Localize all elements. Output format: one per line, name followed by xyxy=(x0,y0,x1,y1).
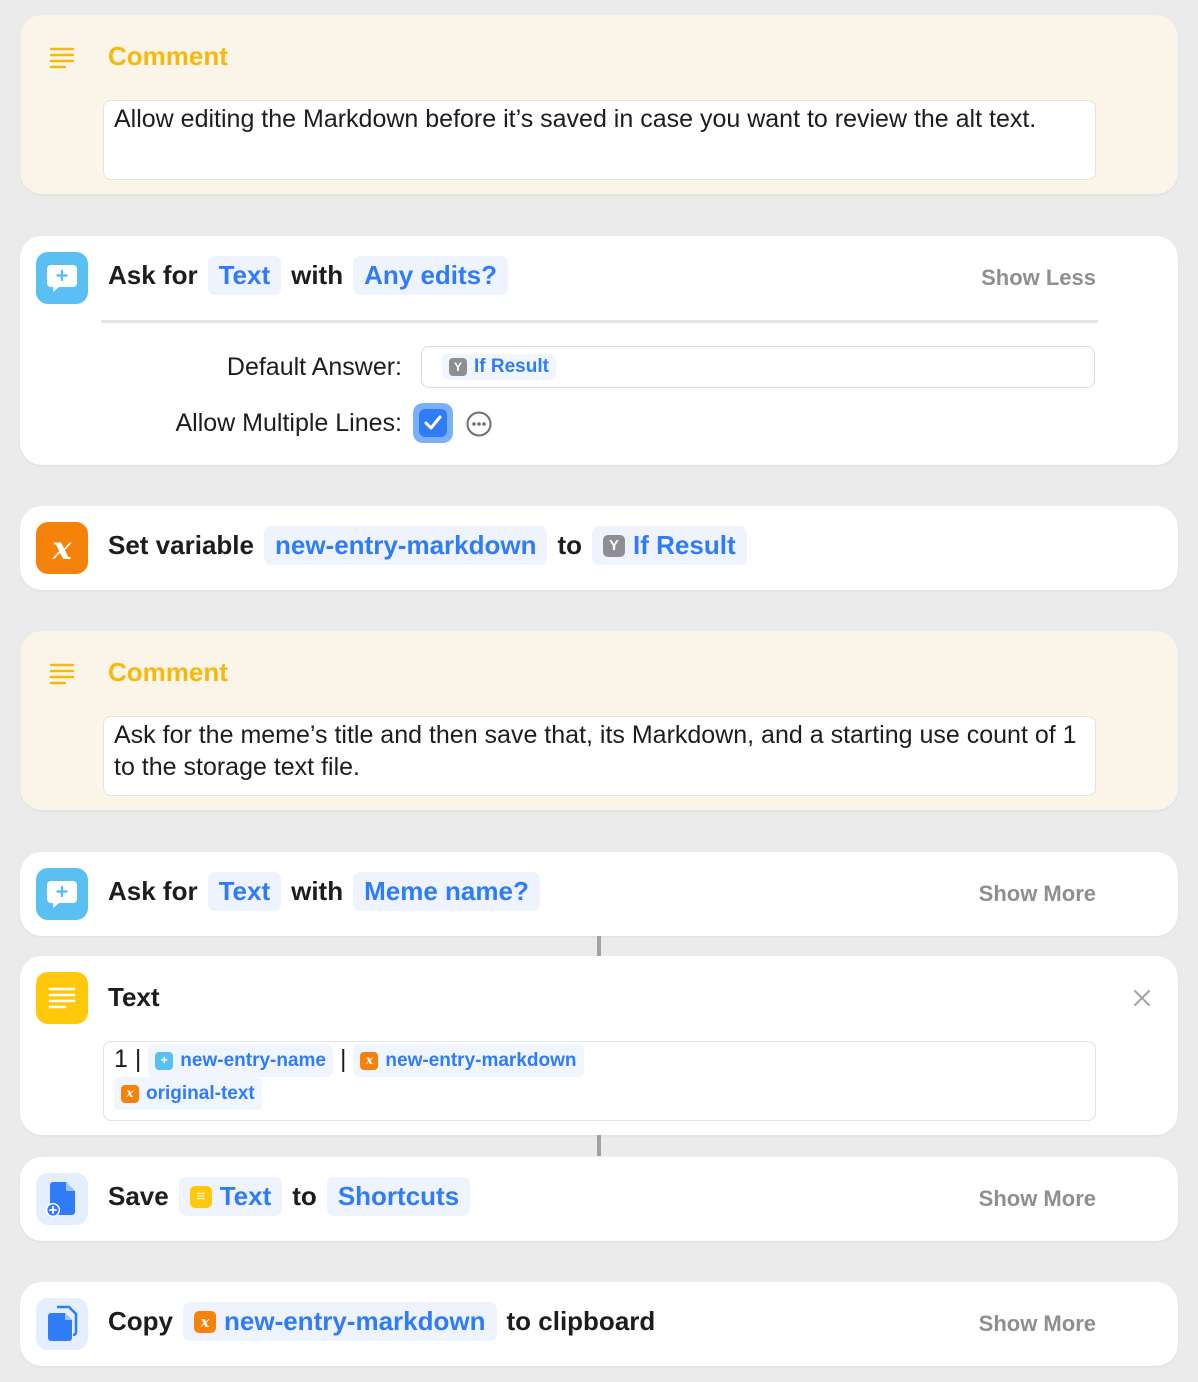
if-result-icon: Y xyxy=(449,358,467,376)
show-more-button[interactable]: Show More xyxy=(979,881,1096,907)
original-text-token[interactable]: x original-text xyxy=(114,1077,262,1110)
save-verb: Save xyxy=(108,1181,169,1211)
to-label: to xyxy=(292,1181,317,1211)
set-variable-action[interactable]: x Set variable new-entry-markdown to Y I… xyxy=(20,506,1178,590)
checkmark-icon xyxy=(424,415,442,430)
default-answer-label: Default Answer: xyxy=(226,353,402,381)
comment-text-field[interactable]: Ask for the meme’s title and then save t… xyxy=(103,716,1096,796)
ask-for-input-action-2[interactable]: Ask for Text with Meme name? Show More xyxy=(20,852,1178,936)
original-text-label: original-text xyxy=(146,1083,255,1104)
ask-action-line: Ask for Text with Meme name? xyxy=(108,872,540,911)
if-result-icon: Y xyxy=(603,534,626,557)
ask-for-input-action-1[interactable]: Ask for Text with Any edits? Show Less D… xyxy=(20,236,1178,465)
copy-verb: Copy xyxy=(108,1306,173,1336)
copy-icon xyxy=(36,1298,88,1350)
text-icon xyxy=(36,972,88,1024)
destination-token[interactable]: Shortcuts xyxy=(326,1177,471,1216)
variable-name-token[interactable]: new-entry-markdown xyxy=(263,526,548,565)
copy-to-clipboard-action[interactable]: Copy x new-entry-markdown to clipboard S… xyxy=(20,1282,1178,1366)
variable-mini-icon: x xyxy=(194,1310,216,1333)
comment-icon xyxy=(49,662,75,691)
text-prefix: 1 | xyxy=(114,1045,142,1074)
save-file-action[interactable]: Save ≡ Text to Shortcuts Show More xyxy=(20,1157,1178,1241)
save-action-line: Save ≡ Text to Shortcuts xyxy=(108,1177,471,1216)
copy-action-line: Copy x new-entry-markdown to clipboard xyxy=(108,1302,655,1341)
variable-icon: x xyxy=(36,522,88,574)
variable-mini-icon: x xyxy=(360,1051,379,1070)
comment-action-1[interactable]: Comment Allow editing the Markdown befor… xyxy=(20,15,1178,194)
ask-verb: Ask for xyxy=(108,876,198,906)
to-label: to xyxy=(557,530,583,560)
remove-action-button[interactable] xyxy=(1132,988,1152,1013)
new-entry-markdown-token[interactable]: x new-entry-markdown xyxy=(183,1302,497,1341)
checkbox-fill xyxy=(419,409,447,437)
input-type-token[interactable]: Text xyxy=(207,256,282,295)
set-variable-verb: Set variable xyxy=(108,530,254,560)
default-answer-field[interactable]: Y If Result xyxy=(421,346,1095,388)
show-more-button[interactable]: Show More xyxy=(979,1186,1096,1212)
comment-action-2[interactable]: Comment Ask for the meme’s title and the… xyxy=(20,631,1178,810)
if-result-token[interactable]: Y If Result xyxy=(442,354,556,380)
text-mini-icon: ≡ xyxy=(189,1185,212,1208)
text-content-field[interactable]: 1 | + new-entry-name | x new-entry-markd… xyxy=(103,1041,1096,1121)
new-entry-markdown-label: new-entry-markdown xyxy=(385,1050,577,1071)
if-result-label: If Result xyxy=(633,530,736,560)
set-variable-line: Set variable new-entry-markdown to Y If … xyxy=(108,526,747,565)
variable-mini-icon: x xyxy=(121,1084,139,1103)
multiline-checkbox[interactable] xyxy=(413,403,453,443)
with-label: with xyxy=(291,876,344,906)
input-type-token[interactable]: Text xyxy=(207,872,282,911)
ask-for-input-icon xyxy=(36,868,88,920)
close-icon xyxy=(1134,990,1150,1006)
comment-text-field[interactable]: Allow editing the Markdown before it’s s… xyxy=(103,100,1096,180)
prompt-token[interactable]: Meme name? xyxy=(353,872,540,911)
show-less-button[interactable]: Show Less xyxy=(981,265,1096,291)
text-separator: | xyxy=(339,1045,347,1074)
multiline-label: Allow Multiple Lines: xyxy=(175,409,403,437)
new-entry-markdown-token[interactable]: x new-entry-markdown xyxy=(353,1044,584,1077)
text-action[interactable]: Text 1 | + new-entry-name | x new-entry-… xyxy=(20,956,1178,1135)
comment-icon xyxy=(49,46,75,75)
with-label: with xyxy=(291,260,344,290)
prompt-token[interactable]: Any edits? xyxy=(353,256,509,295)
comment-title: Comment xyxy=(108,41,228,71)
new-entry-markdown-label: new-entry-markdown xyxy=(224,1306,486,1336)
if-result-label: If Result xyxy=(474,356,549,377)
show-more-button[interactable]: Show More xyxy=(979,1311,1096,1337)
to-clipboard-label: to clipboard xyxy=(506,1306,656,1336)
text-action-title: Text xyxy=(108,982,160,1012)
ask-for-input-icon xyxy=(36,252,88,304)
flow-connector xyxy=(597,1135,601,1156)
text-token-label: Text xyxy=(219,1181,272,1211)
new-entry-name-label: new-entry-name xyxy=(180,1050,326,1071)
flow-connector xyxy=(597,936,601,956)
comment-title: Comment xyxy=(108,657,228,687)
ask-action-line: Ask for Text with Any edits? xyxy=(108,256,509,295)
text-token[interactable]: ≡ Text xyxy=(178,1177,283,1216)
new-entry-name-token[interactable]: + new-entry-name xyxy=(148,1044,333,1077)
ask-verb: Ask for xyxy=(108,260,198,290)
save-file-icon xyxy=(36,1173,88,1225)
ask-input-mini-icon: + xyxy=(155,1051,174,1070)
if-result-token[interactable]: Y If Result xyxy=(592,526,747,565)
more-options-icon[interactable] xyxy=(466,411,492,442)
divider xyxy=(101,320,1098,323)
